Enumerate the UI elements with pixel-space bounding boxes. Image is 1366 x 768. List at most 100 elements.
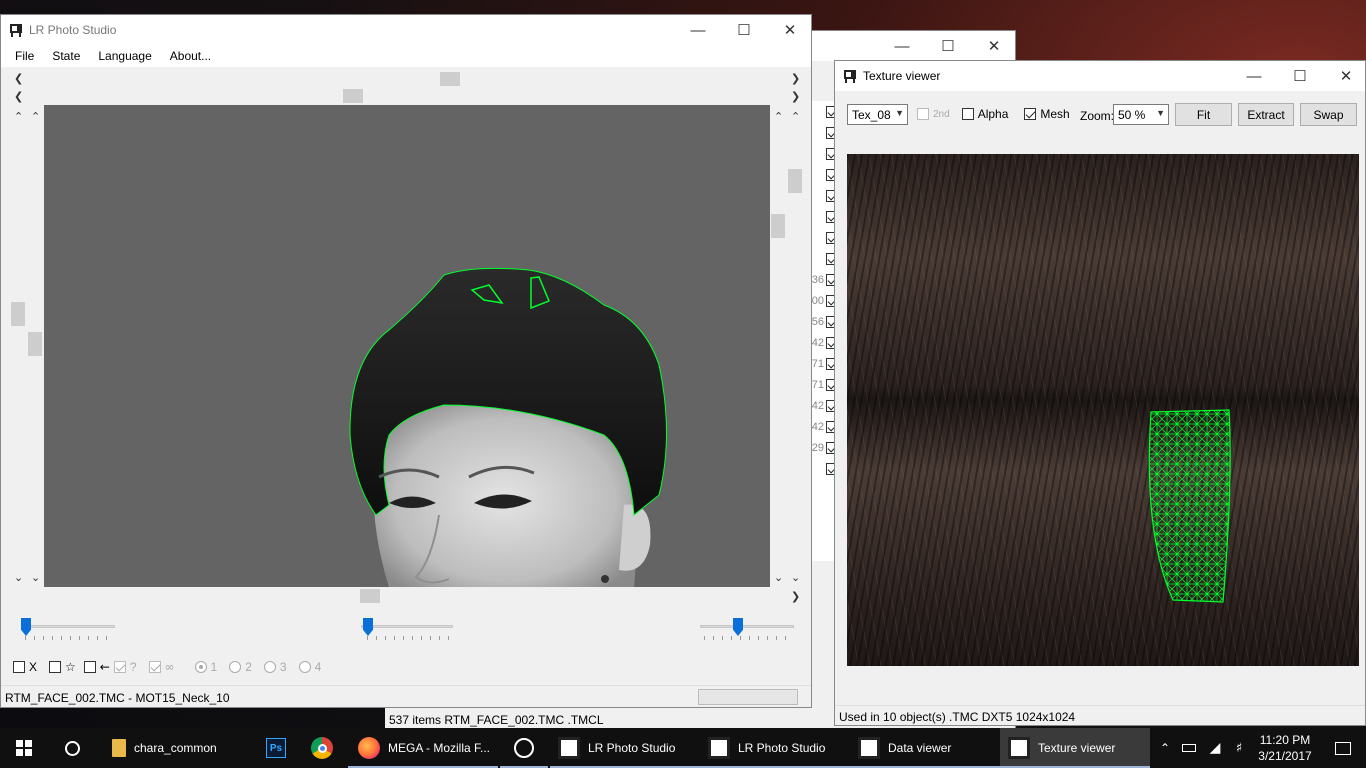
scroll-up-arrow[interactable]: ⌃ [774, 111, 783, 122]
cortana-button[interactable] [48, 728, 96, 768]
option-q-label: ? [129, 660, 137, 674]
window-title: Texture viewer [863, 69, 941, 83]
scroll-thumb-h3[interactable] [360, 589, 380, 603]
lr-statusbar: RTM_FACE_002.TMC - MOT15_Neck_10 [1, 685, 811, 707]
scroll-up-arrow[interactable]: ⌃ [791, 111, 800, 122]
scroll-right-arrow[interactable]: ❯ [791, 591, 800, 602]
radio-3[interactable] [263, 661, 276, 673]
scroll-left-arrow[interactable]: ❮ [14, 73, 23, 84]
scroll-up-arrow[interactable]: ⌃ [31, 111, 40, 122]
taskbar-item-label: chara_common [134, 741, 217, 755]
clock-time: 11:20 PM [1259, 733, 1311, 747]
slider-1-track [21, 625, 115, 628]
lr-app-icon [858, 737, 880, 759]
slider-1-thumb[interactable] [21, 618, 31, 636]
extract-button[interactable]: Extract [1238, 103, 1294, 126]
taskbar-item-label: LR Photo Studio [738, 741, 826, 755]
data-viewer-titlebar[interactable]: — ☐ ✕ [811, 31, 1015, 61]
scroll-down-arrow[interactable]: ⌄ [14, 572, 23, 583]
taskbar-item-label: Texture viewer [1038, 741, 1116, 755]
option-q-checkbox[interactable] [113, 661, 126, 673]
start-button[interactable] [0, 728, 48, 768]
scroll-left-arrow[interactable]: ❮ [14, 91, 23, 102]
zoom-select[interactable]: 50 % ▼ [1113, 104, 1169, 125]
cortana-icon [64, 740, 80, 756]
model-viewport[interactable] [44, 105, 770, 587]
menu-language[interactable]: Language [89, 49, 160, 63]
radio-3-label: 3 [279, 660, 287, 674]
radio-4[interactable] [298, 661, 311, 673]
volume-icon[interactable]: ♯ [1228, 728, 1250, 768]
tv-titlebar[interactable]: Texture viewer — ☐ ✕ [835, 61, 1365, 91]
taskbar-item-chrome[interactable] [300, 728, 344, 768]
option-inf-checkbox[interactable] [148, 661, 161, 673]
scroll-thumb-v3[interactable] [771, 214, 785, 238]
scroll-right-arrow[interactable]: ❯ [791, 91, 800, 102]
taskbar-item-explorer[interactable]: chara_common [104, 728, 254, 768]
lr-titlebar[interactable]: LR Photo Studio — ☐ ✕ [1, 15, 811, 45]
scroll-up-arrow[interactable]: ⌃ [14, 111, 23, 122]
option-star-label: ☆ [65, 660, 76, 674]
mesh-checkbox[interactable] [1024, 108, 1037, 120]
taskbar-item-lr-photo-studio-1[interactable]: LR Photo Studio [550, 728, 700, 768]
option-arrow-checkbox[interactable] [83, 661, 96, 673]
scroll-thumb-h1[interactable] [440, 72, 460, 86]
lr-app-icon [708, 737, 730, 759]
scroll-thumb-v2[interactable] [28, 332, 42, 356]
maximize-button[interactable]: ☐ [925, 31, 971, 61]
maximize-button[interactable]: ☐ [1277, 61, 1323, 91]
row-number: 42 [811, 420, 824, 433]
taskbar-item-data-viewer[interactable]: Data viewer [850, 728, 1000, 768]
taskbar-item-label: LR Photo Studio [588, 741, 676, 755]
row-number: 36 [811, 273, 824, 286]
alpha-label: Alpha [977, 107, 1009, 121]
scroll-down-arrow[interactable]: ⌄ [774, 572, 783, 583]
scroll-thumb-v4[interactable] [788, 169, 802, 193]
radio-1[interactable] [194, 661, 207, 673]
taskbar-item-firefox[interactable]: MEGA - Mozilla F... [348, 728, 498, 768]
texture-select[interactable]: Tex_08 ▼ [847, 104, 908, 125]
battery-icon[interactable] [1178, 728, 1200, 768]
taskbar-item-clock-app[interactable] [500, 728, 548, 768]
alpha-checkbox[interactable] [961, 108, 974, 120]
menu-bar: File State Language About... [1, 45, 811, 67]
slider-2-thumb[interactable] [363, 618, 373, 636]
swap-button[interactable]: Swap [1300, 103, 1357, 126]
option-x-checkbox[interactable] [13, 661, 25, 673]
scroll-down-arrow[interactable]: ⌄ [31, 572, 40, 583]
second-checkbox[interactable] [917, 108, 929, 120]
option-star-checkbox[interactable] [49, 661, 62, 673]
slider-3-thumb[interactable] [733, 618, 743, 636]
lr-photo-studio-window[interactable]: LR Photo Studio — ☐ ✕ File State Languag… [0, 14, 812, 708]
clock[interactable]: 11:20 PM 3/21/2017 [1252, 728, 1318, 768]
texture-viewer-window[interactable]: Texture viewer — ☐ ✕ Tex_08 ▼ 2nd Alpha … [834, 60, 1366, 726]
slider-2-track [361, 625, 453, 628]
maximize-button[interactable]: ☐ [721, 15, 767, 45]
wifi-icon[interactable]: ◢ [1204, 728, 1226, 768]
chevron-down-icon: ▼ [1156, 108, 1165, 118]
scroll-down-arrow[interactable]: ⌄ [791, 572, 800, 583]
fit-button[interactable]: Fit [1175, 103, 1232, 126]
menu-about[interactable]: About... [161, 49, 220, 63]
scroll-thumb-v1[interactable] [11, 302, 25, 326]
close-button[interactable]: ✕ [767, 15, 811, 45]
close-button[interactable]: ✕ [971, 31, 1015, 61]
taskbar-item-texture-viewer[interactable]: Texture viewer [1000, 728, 1150, 768]
scroll-right-arrow[interactable]: ❯ [791, 73, 800, 84]
taskbar-item-photoshop[interactable]: Ps [254, 728, 298, 768]
menu-state[interactable]: State [43, 49, 89, 63]
scroll-thumb-h2[interactable] [343, 89, 363, 103]
texture-canvas[interactable] [847, 154, 1359, 666]
tray-chevron-icon[interactable]: ⌃ [1156, 728, 1174, 768]
chevron-down-icon: ▼ [895, 108, 904, 118]
photoshop-icon: Ps [266, 738, 286, 758]
radio-2[interactable] [229, 661, 242, 673]
menu-file[interactable]: File [1, 49, 43, 63]
minimize-button[interactable]: — [879, 31, 925, 61]
minimize-button[interactable]: — [675, 15, 721, 45]
action-center-icon[interactable] [1320, 728, 1366, 768]
minimize-button[interactable]: — [1231, 61, 1277, 91]
taskbar-item-lr-photo-studio-2[interactable]: LR Photo Studio [700, 728, 850, 768]
close-button[interactable]: ✕ [1323, 61, 1365, 91]
firefox-icon [358, 737, 380, 759]
